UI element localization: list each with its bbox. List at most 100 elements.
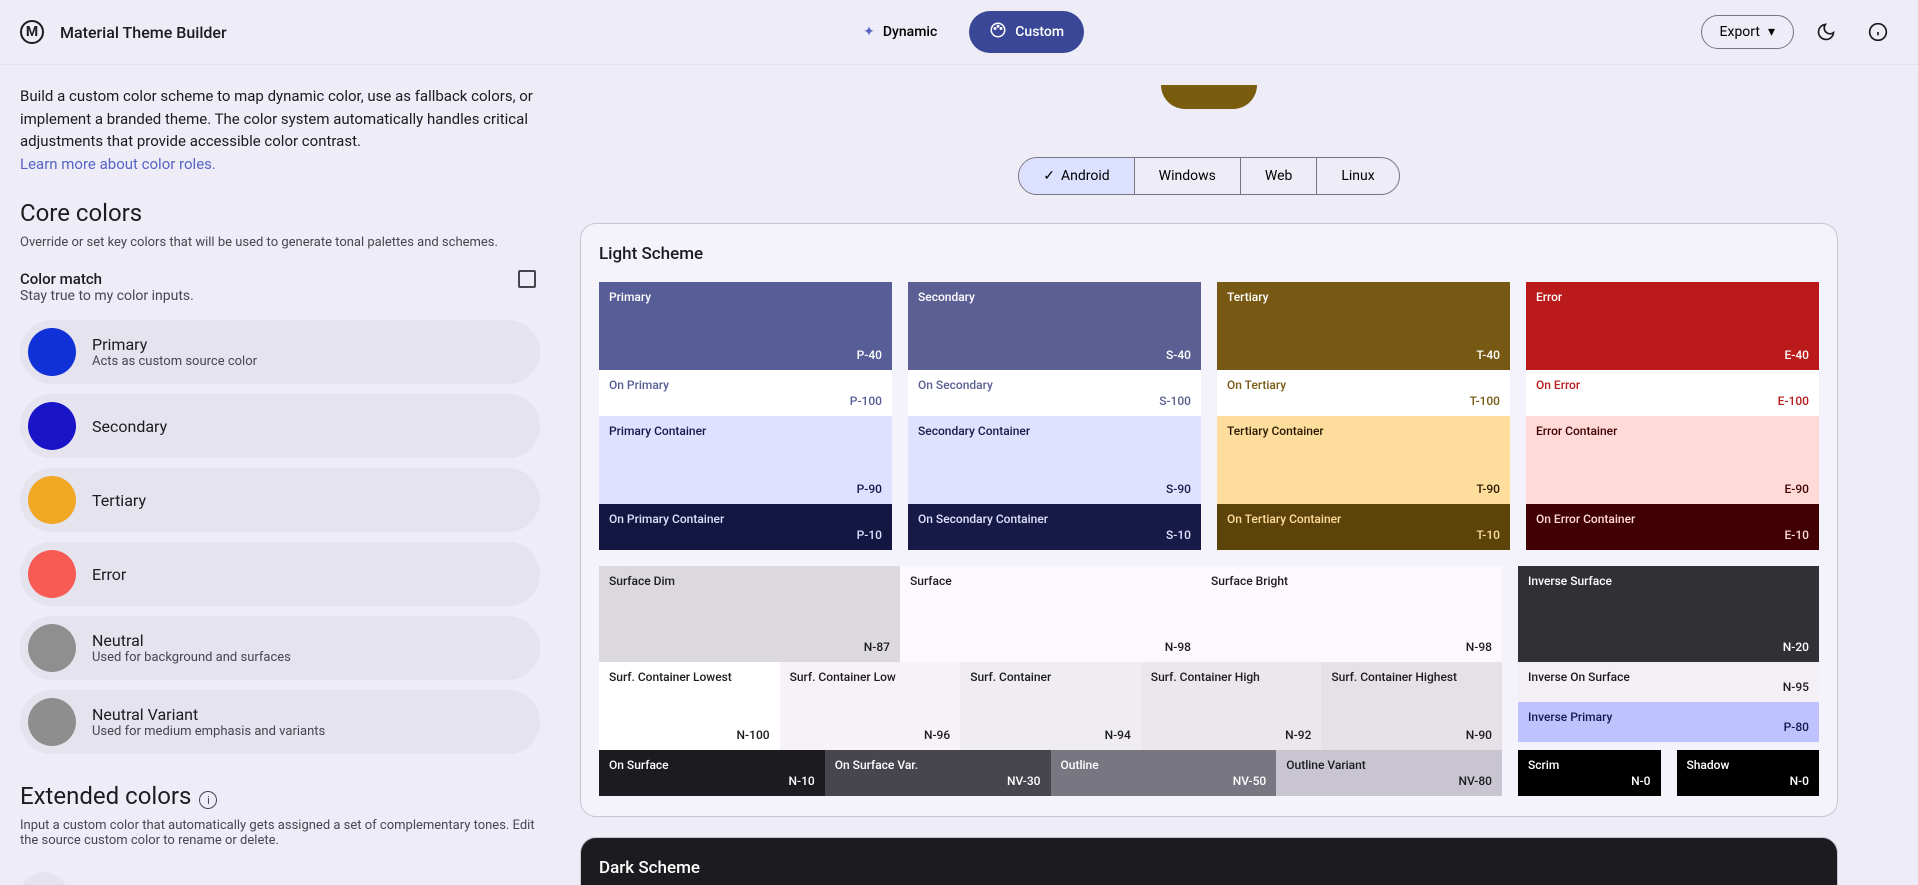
core-color-row[interactable]: Secondary	[20, 394, 540, 458]
role-surface_dim[interactable]: Surface Dim N-87	[599, 566, 900, 662]
role-code: N-94	[1105, 728, 1131, 742]
role-on_error[interactable]: On Error E-100	[1526, 370, 1819, 416]
core-color-row[interactable]: Neutral Used for background and surfaces	[20, 616, 540, 680]
role-scrim[interactable]: Scrim N-0	[1518, 750, 1661, 796]
role-inverse_on_surface[interactable]: Inverse On Surface N-95	[1518, 662, 1819, 702]
role-code: N-95	[1783, 680, 1809, 694]
right-panel: ✓ AndroidWindowsWebLinux Light Scheme Pr…	[560, 65, 1918, 885]
role-on_surface_var[interactable]: On Surface Var. NV-30	[825, 750, 1051, 796]
role-sc_low[interactable]: Surf. Container Low N-96	[780, 662, 961, 750]
role-name: On Error Container	[1536, 512, 1809, 526]
role-secondary_container[interactable]: Secondary Container S-90	[908, 416, 1201, 504]
role-inverse_surface[interactable]: Inverse Surface N-20	[1518, 566, 1819, 662]
role-on_error_container[interactable]: On Error Container E-10	[1526, 504, 1819, 550]
color-swatch	[28, 402, 76, 450]
core-color-row[interactable]: Primary Acts as custom source color	[20, 320, 540, 384]
color-match-sub: Stay true to my color inputs.	[20, 288, 194, 304]
moon-icon	[1816, 22, 1836, 42]
color-desc: Used for medium emphasis and variants	[92, 724, 325, 739]
color-match-checkbox[interactable]	[518, 270, 536, 288]
export-button[interactable]: Export ▾	[1701, 15, 1794, 49]
role-code: T-10	[1476, 528, 1500, 542]
intro-link[interactable]: Learn more about color roles.	[20, 155, 216, 173]
role-name: Surface Bright	[1211, 574, 1492, 588]
core-color-row[interactable]: Tertiary	[20, 468, 540, 532]
role-primary_container[interactable]: Primary Container P-90	[599, 416, 892, 504]
role-name: Tertiary Container	[1227, 424, 1500, 438]
role-tertiary_container[interactable]: Tertiary Container T-90	[1217, 416, 1510, 504]
role-code: P-40	[857, 348, 882, 362]
role-sc[interactable]: Surf. Container N-94	[960, 662, 1141, 750]
info-button[interactable]	[1858, 12, 1898, 52]
role-outline_variant[interactable]: Outline Variant NV-80	[1276, 750, 1502, 796]
role-name: Primary Container	[609, 424, 882, 438]
role-name: Surface Dim	[609, 574, 890, 588]
role-sc_highest[interactable]: Surf. Container Highest N-90	[1321, 662, 1502, 750]
info-icon	[1868, 22, 1888, 42]
role-name: On Error	[1536, 378, 1809, 392]
platform-windows[interactable]: Windows	[1135, 158, 1241, 194]
color-desc: Acts as custom source color	[92, 354, 257, 369]
role-name: Scrim	[1528, 758, 1651, 772]
role-surface_bright[interactable]: Surface Bright N-98	[1201, 566, 1502, 662]
role-inverse_primary[interactable]: Inverse Primary P-80	[1518, 702, 1819, 742]
add-color-button[interactable]: + Add a color	[20, 864, 540, 885]
role-code: N-92	[1285, 728, 1311, 742]
tab-custom[interactable]: Custom	[969, 11, 1084, 53]
role-name: On Surface	[609, 758, 815, 772]
core-color-row[interactable]: Error	[20, 542, 540, 606]
role-on_tertiary[interactable]: On Tertiary T-100	[1217, 370, 1510, 416]
extended-colors-sub: Input a custom color that automatically …	[20, 818, 540, 848]
role-name: On Surface Var.	[835, 758, 1041, 772]
role-error[interactable]: Error E-40	[1526, 282, 1819, 370]
role-code: P-10	[857, 528, 882, 542]
role-on_tertiary_container[interactable]: On Tertiary Container T-10	[1217, 504, 1510, 550]
sparkle-icon: ✦	[863, 24, 875, 40]
role-secondary[interactable]: Secondary S-40	[908, 282, 1201, 370]
dark-mode-toggle[interactable]	[1806, 12, 1846, 52]
role-on_secondary_container[interactable]: On Secondary Container S-10	[908, 504, 1201, 550]
role-on_secondary[interactable]: On Secondary S-100	[908, 370, 1201, 416]
role-name: Inverse Surface	[1528, 574, 1809, 588]
role-tertiary[interactable]: Tertiary T-40	[1217, 282, 1510, 370]
role-name: Surf. Container Lowest	[609, 670, 770, 684]
tab-dynamic[interactable]: ✦ Dynamic	[843, 11, 957, 53]
role-code: N-87	[864, 640, 890, 654]
core-colors-sub: Override or set key colors that will be …	[20, 235, 540, 250]
light-scheme-card: Light Scheme Primary P-40 On Primary P-1…	[580, 223, 1838, 817]
role-primary[interactable]: Primary P-40	[599, 282, 892, 370]
role-name: Inverse Primary	[1528, 710, 1809, 724]
role-name: Surface	[910, 574, 1191, 588]
tab-dynamic-label: Dynamic	[883, 24, 937, 40]
dark-scheme-card: Dark Scheme	[580, 837, 1838, 885]
role-code: S-40	[1166, 348, 1191, 362]
role-shadow[interactable]: Shadow N-0	[1677, 750, 1820, 796]
role-name: On Tertiary Container	[1227, 512, 1500, 526]
role-surface[interactable]: Surface N-98	[900, 566, 1201, 662]
color-swatch	[28, 328, 76, 376]
role-sc_lowest[interactable]: Surf. Container Lowest N-100	[599, 662, 780, 750]
role-outline[interactable]: Outline NV-50	[1051, 750, 1277, 796]
role-error_container[interactable]: Error Container E-90	[1526, 416, 1819, 504]
role-on_primary[interactable]: On Primary P-100	[599, 370, 892, 416]
role-on_primary_container[interactable]: On Primary Container P-10	[599, 504, 892, 550]
hero-swatch	[1161, 85, 1257, 109]
role-name: On Secondary	[918, 378, 1191, 392]
core-color-row[interactable]: Neutral Variant Used for medium emphasis…	[20, 690, 540, 754]
color-label: Tertiary	[92, 491, 146, 510]
color-swatch	[28, 550, 76, 598]
role-code: N-0	[1790, 774, 1809, 788]
intro-body: Build a custom color scheme to map dynam…	[20, 87, 533, 150]
role-name: Surf. Container High	[1151, 670, 1312, 684]
role-code: T-40	[1476, 348, 1500, 362]
platform-android[interactable]: ✓ Android	[1019, 158, 1134, 194]
role-on_surface[interactable]: On Surface N-10	[599, 750, 825, 796]
role-name: Error Container	[1536, 424, 1809, 438]
check-icon: ✓	[1043, 168, 1055, 184]
platform-web[interactable]: Web	[1241, 158, 1318, 194]
info-icon[interactable]: i	[199, 791, 217, 809]
color-label: Neutral Variant	[92, 705, 325, 724]
platform-linux[interactable]: Linux	[1317, 158, 1398, 194]
role-sc_high[interactable]: Surf. Container High N-92	[1141, 662, 1322, 750]
role-code: P-100	[850, 394, 882, 408]
